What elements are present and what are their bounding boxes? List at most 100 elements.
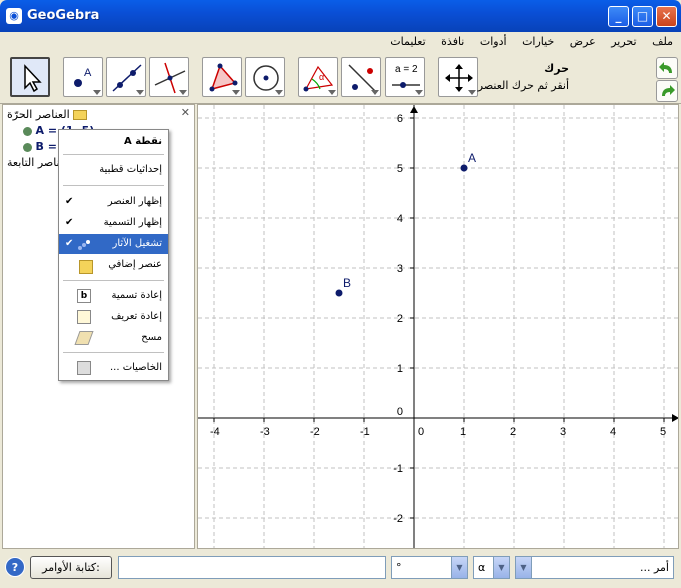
redo-button[interactable] (656, 80, 678, 102)
command-select[interactable]: أمر ... ▼ (515, 556, 674, 579)
greek-value: α (478, 561, 486, 574)
point-label-a: A (468, 151, 476, 165)
menu-edit[interactable]: تحرير (611, 32, 636, 52)
redo-icon (662, 85, 675, 96)
menu-view[interactable]: عرض (570, 32, 596, 52)
graphics-view[interactable]: -4 -3 -2 -1 0 1 2 3 4 5 -2 -1 0 1 2 3 4 5 6 A B (197, 104, 679, 549)
title-bar: ◉ GeoGebra _ □ ✕ (0, 0, 681, 32)
y-tick-label: 5 (397, 163, 403, 175)
x-tick-label: -1 (360, 426, 370, 438)
command-input-field[interactable] (118, 556, 386, 579)
x-tick-label: -4 (210, 426, 220, 438)
undo-button[interactable] (656, 57, 678, 79)
check-icon: ✔ (65, 238, 74, 249)
properties-icon (77, 361, 91, 375)
y-tick-label: 4 (397, 213, 403, 225)
auxiliary-object-item[interactable]: عنصر إضافي (59, 255, 168, 275)
eraser-icon (74, 331, 94, 345)
menu-options[interactable]: خيارات (522, 32, 554, 52)
toolbar: A α a = 2 حرك أنقر ثم حرك العنصر (0, 52, 681, 104)
y-tick-label: -2 (393, 513, 403, 525)
tool-info: حرك أنقر ثم حرك العنصر (478, 62, 569, 92)
slider-label: a = 2 (395, 64, 418, 75)
menu-file[interactable]: ملف (652, 32, 673, 52)
menu-window[interactable]: نافذة (441, 32, 464, 52)
polar-coords-item[interactable]: إحداثيات قطبية (59, 160, 168, 180)
help-icon[interactable]: ? (5, 557, 25, 577)
y-tick-label: 0 (397, 406, 403, 418)
close-panel-icon[interactable]: ✕ (181, 106, 190, 119)
show-label-item[interactable]: ✔ إظهار التسمية (59, 213, 168, 233)
perpendicular-tool-button[interactable] (149, 57, 189, 97)
x-axis-arrow (672, 414, 678, 422)
cursor-arrow-icon (24, 64, 42, 93)
x-tick-label: -3 (260, 426, 270, 438)
angle-tool-button[interactable]: α (298, 57, 338, 97)
app-icon: ◉ (6, 8, 22, 24)
visibility-dot-icon[interactable] (23, 142, 32, 152)
chevron-down-icon: ▼ (451, 557, 467, 578)
show-object-item[interactable]: ✔ إظهار العنصر (59, 192, 168, 212)
move-tool-button[interactable] (10, 57, 50, 97)
move-view-tool-button[interactable] (438, 57, 478, 97)
svg-text:A: A (84, 67, 92, 79)
x-tick-label: 0 (418, 426, 424, 438)
free-objects-folder[interactable]: العناصر الحرّة (7, 108, 88, 121)
x-tick-label: 4 (610, 426, 616, 438)
point-label-b: B (343, 276, 351, 290)
coordinate-plane[interactable]: -4 -3 -2 -1 0 1 2 3 4 5 -2 -1 0 1 2 3 4 5 6 A B (198, 105, 679, 549)
line-tool-button[interactable] (106, 57, 146, 97)
y-tick-label: 6 (397, 113, 403, 125)
window-title: GeoGebra (27, 8, 100, 23)
folder-icon (79, 260, 93, 274)
point-a[interactable] (460, 164, 468, 172)
x-tick-label: 3 (560, 426, 566, 438)
input-label-button[interactable]: كتابة الأوامر: (30, 556, 112, 579)
chevron-down-icon: ▼ (493, 557, 509, 578)
rename-icon: b (77, 289, 91, 303)
svg-text:α: α (319, 72, 324, 82)
tool-hint: أنقر ثم حرك العنصر (477, 79, 569, 92)
menu-tools[interactable]: أدوات (480, 32, 507, 52)
x-tick-label: 2 (510, 426, 516, 438)
minimize-button[interactable]: _ (608, 6, 629, 27)
trace-on-item[interactable]: ✔ تشغيل الآثار (59, 234, 168, 254)
point-tool-button[interactable]: A (63, 57, 103, 97)
folder-icon (73, 110, 88, 120)
menu-help[interactable]: تعليمات (390, 32, 425, 52)
context-menu: نقطة A إحداثيات قطبية ✔ إظهار العنصر ✔ إظه… (58, 129, 169, 381)
maximize-button[interactable]: □ (632, 6, 653, 27)
circle-tool-button[interactable] (245, 57, 285, 97)
check-icon: ✔ (65, 196, 74, 207)
close-button[interactable]: ✕ (656, 6, 677, 27)
check-icon: ✔ (65, 217, 74, 228)
chevron-down-icon: ▼ (516, 557, 532, 578)
redefine-pencil-icon (77, 310, 91, 324)
y-tick-label: 1 (397, 363, 403, 375)
symbol-value: ° (396, 561, 402, 574)
polygon-tool-button[interactable] (202, 57, 242, 97)
trace-icon (78, 240, 90, 250)
greek-select[interactable]: α ▼ (473, 556, 510, 579)
x-tick-label: -2 (310, 426, 320, 438)
slider-tool-button[interactable]: a = 2 (385, 57, 425, 97)
symbol-select[interactable]: ° ▼ (391, 556, 468, 579)
menu-bar: ملف تحرير عرض خيارات أدوات نافذة تعليمات (0, 32, 681, 52)
tool-name: حرك (544, 62, 569, 75)
rename-item[interactable]: b إعادة تسمية (59, 286, 168, 306)
y-tick-label: -1 (393, 463, 403, 475)
context-title: نقطة A (124, 136, 162, 147)
point-b[interactable] (335, 289, 343, 297)
input-bar: ? كتابة الأوامر: ° ▼ α ▼ أمر ... ▼ (0, 552, 681, 586)
properties-item[interactable]: الخاصيات ... (59, 358, 168, 378)
x-tick-label: 5 (660, 426, 666, 438)
free-folder-label: العناصر الحرّة (7, 108, 70, 121)
x-tick-label: 1 (460, 426, 466, 438)
redefine-item[interactable]: إعادة تعريف (59, 307, 168, 327)
y-tick-label: 3 (397, 263, 403, 275)
reflect-tool-button[interactable] (341, 57, 381, 97)
visibility-dot-icon[interactable] (23, 126, 32, 136)
undo-icon (659, 62, 672, 73)
y-tick-label: 2 (397, 313, 403, 325)
delete-item[interactable]: مسح (59, 328, 168, 348)
